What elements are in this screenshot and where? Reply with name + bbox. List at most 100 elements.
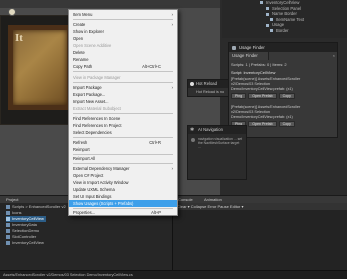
menu-item-update-uxml-schema[interactable]: Update UXML Schema [69, 186, 177, 193]
menu-shortcut: Alt+Ctrl+C [142, 64, 161, 69]
result-line: Demo/InventoryCellView.prefab: (x1) [231, 115, 293, 119]
ai-navigation-panel[interactable]: AI Navigation navigation visualization .… [187, 125, 247, 180]
script-icon [6, 235, 10, 239]
menu-item-item-menu[interactable]: Item Menu › [69, 11, 177, 18]
menu-item-import-new-asset[interactable]: Import New Asset... [69, 98, 177, 105]
usage-finder-window[interactable]: Usage Finder Usage Finder × Scripts: 1 |… [228, 42, 338, 138]
open-prefab-button[interactable]: Open Prefab [248, 121, 277, 127]
menu-item-set-ui-input-bindings[interactable]: Set UI Input Bindings [69, 193, 177, 200]
menu-item-create[interactable]: Create › [69, 21, 177, 28]
tab-usage-finder[interactable]: Usage Finder [229, 52, 269, 60]
menu-item-label: Find References In Project [73, 123, 122, 128]
menu-item-open[interactable]: Open [69, 35, 177, 42]
menu-item-find-references-scene[interactable]: Find References In Scene [69, 115, 177, 122]
list-item-label: Scripts > EnhancedScroller v2 [12, 204, 66, 209]
prefab-icon [6, 241, 10, 245]
menu-item-label: Find References In Scene [73, 116, 121, 121]
menu-item-label: Item Menu [73, 12, 93, 17]
open-prefab-button[interactable]: Open Prefab [248, 93, 277, 99]
gameobject-icon [270, 29, 273, 33]
hot-reload-panel[interactable]: Hot Reload Hot Reload is no [187, 79, 229, 97]
usage-summary: Scripts: 1 | Prefabs: 0 | Items: 2 [231, 62, 287, 67]
menu-separator [73, 71, 173, 72]
console-panel[interactable]: Clear ▾ Collapse Error Pause Editor ▾ [172, 203, 347, 270]
menu-item-label: Select Dependencies [73, 130, 112, 135]
script-icon [6, 217, 10, 221]
menu-item-label: Reimport All [73, 156, 96, 161]
menu-separator [73, 137, 173, 138]
menu-item-label: View in Import Activity Window [73, 180, 129, 185]
script-header: Script: InventoryCellView [231, 70, 276, 75]
menu-item-label: External Dependency Manager [73, 166, 130, 171]
menu-item-open-csharp-project[interactable]: Open C# Project [69, 172, 177, 179]
copy-button[interactable]: Copy [278, 121, 295, 127]
hierarchy-item-label: ItemName Text [276, 16, 305, 22]
window-icon [232, 45, 236, 50]
usage-result: [Prefab(scene)] Assets/EnhancedScroller … [231, 77, 335, 99]
list-item-label: InventoryCellView [12, 216, 44, 221]
close-icon[interactable]: × [333, 53, 335, 58]
console-toolbar[interactable]: Clear ▾ Collapse Error Pause Editor ▾ [173, 203, 347, 210]
gameobject-icon [266, 23, 269, 27]
list-item-label: SlotController [12, 234, 37, 239]
list-item-label: InventoryData [12, 222, 37, 227]
asset-path-bar: Assets/EnhancedScroller v2/Demos/03 Sele… [0, 270, 347, 279]
menu-shortcut: Ctrl+R [149, 140, 161, 145]
hot-reload-title: Hot Reload [188, 80, 228, 88]
menu-item-export-package[interactable]: Export Package... [69, 91, 177, 98]
menu-item-label: Open [73, 36, 84, 41]
menu-separator [73, 82, 173, 83]
menu-item-view-import-activity[interactable]: View in Import Activity Window [69, 179, 177, 186]
gameobject-icon [266, 12, 269, 16]
scene-toolbar [0, 0, 220, 8]
submenu-arrow-icon: › [171, 12, 174, 17]
menu-item-reimport[interactable]: Reimport [69, 146, 177, 153]
menu-item-label: Rename [73, 57, 89, 62]
menu-separator [73, 19, 173, 20]
menu-item-label: Copy Path [73, 64, 93, 69]
ai-navigation-body: navigation visualization ... set the Nav… [188, 134, 246, 149]
menu-item-import-package[interactable]: Import Package › [69, 84, 177, 91]
ai-navigation-title: AI Navigation [188, 126, 246, 134]
menu-item-external-dependency-manager[interactable]: External Dependency Manager › [69, 165, 177, 172]
list-item[interactable]: InventoryCellView [6, 240, 44, 246]
menu-item-label: Delete [73, 50, 85, 55]
menu-item-select-dependencies[interactable]: Select Dependencies [69, 129, 177, 136]
hierarchy-item-label: Usage [272, 22, 285, 28]
list-item-label: SelectionDemo [12, 228, 40, 233]
menu-item-refresh[interactable]: Refresh Ctrl+R [69, 139, 177, 146]
ping-button[interactable]: Ping [231, 93, 247, 99]
copy-button[interactable]: Copy [278, 93, 295, 99]
scene-frame-title: It [15, 32, 23, 44]
result-line: Demo/InventoryCellView.prefab: (x1) [231, 87, 293, 91]
usage-result: [Prefab(scene)] Assets/EnhancedScroller … [231, 105, 335, 127]
menu-item-open-scene-additive: Open Scene Additive [69, 42, 177, 49]
menu-item-delete[interactable]: Delete [69, 49, 177, 56]
menu-item-show-usages[interactable]: Show Usages (Scripts + Prefabs) [69, 200, 177, 207]
context-menu[interactable]: Item Menu › Create › Show in Explorer Open… [68, 9, 178, 216]
menu-item-label: Create [73, 22, 86, 27]
menu-separator [73, 113, 173, 114]
submenu-arrow-icon: › [171, 22, 174, 27]
list-item-label: Icons [12, 210, 22, 215]
scene-check-icon [8, 8, 16, 16]
menu-item-copy-path[interactable]: Copy Path Alt+Ctrl+C [69, 63, 177, 70]
menu-item-label: Open Scene Additive [73, 43, 112, 48]
hierarchy-panel[interactable]: InventoryCellView Selection Panel Name B… [222, 0, 347, 38]
list-item-label: InventoryCellView [12, 240, 44, 245]
hierarchy-item[interactable]: Border [222, 28, 347, 34]
menu-item-label: Extract Material Subobject [73, 106, 121, 111]
script-icon [6, 229, 10, 233]
menu-item-properties[interactable]: Properties... Alt+P [69, 209, 177, 216]
hierarchy-item-label: Selection Panel [272, 5, 302, 11]
menu-item-find-references-project[interactable]: Find References In Project [69, 122, 177, 129]
scene-wood-frame[interactable]: It [8, 25, 72, 110]
usage-finder-title: Usage Finder [239, 45, 265, 50]
menu-item-rename[interactable]: Rename [69, 56, 177, 63]
menu-item-label: Properties... [73, 210, 96, 215]
menu-item-reimport-all[interactable]: Reimport All [69, 155, 177, 162]
menu-item-label: Set UI Input Bindings [73, 194, 112, 199]
usage-finder-titlebar[interactable]: Usage Finder [229, 43, 337, 52]
menu-item-label: Import Package [73, 85, 102, 90]
menu-item-show-in-explorer[interactable]: Show in Explorer [69, 28, 177, 35]
